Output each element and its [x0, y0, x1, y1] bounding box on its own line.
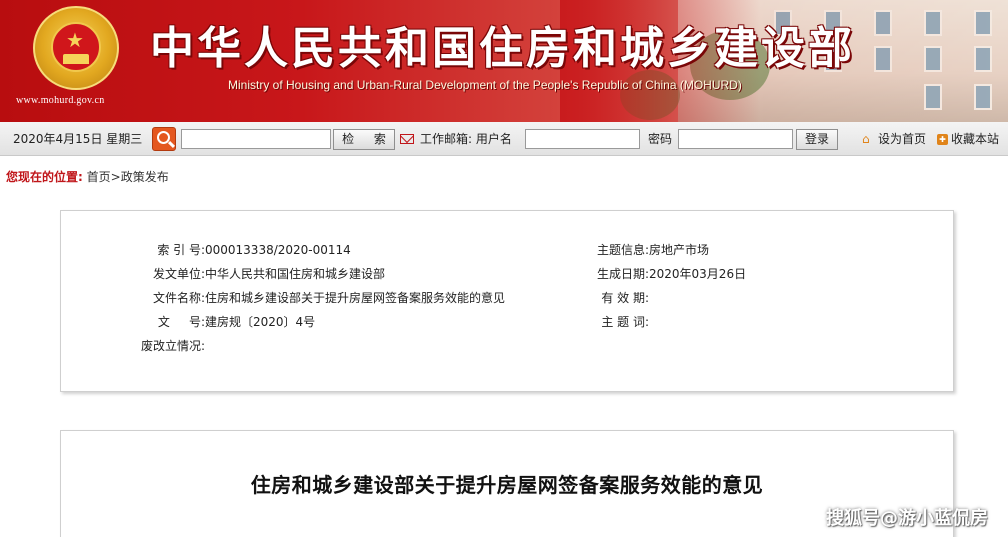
password-label: 密码 — [648, 132, 673, 146]
info-value: 中华人民共和国住房和城乡建设部 — [205, 267, 386, 281]
info-value: 住房和城乡建设部关于提升房屋网签备案服务效能的意见 — [205, 291, 506, 305]
document-info-panel: 索 引 号: 000013338/2020-00114 发文单位: 中华人民共和… — [60, 210, 954, 392]
info-label: 发文单位: — [152, 267, 205, 281]
info-label: 生成日期: — [596, 267, 649, 281]
set-home-link[interactable]: 设为首页 — [878, 122, 926, 156]
info-label: 有 效 期: — [601, 291, 649, 305]
username-label: 工作邮箱: 用户名 — [420, 132, 512, 146]
info-label: 文 号: — [157, 315, 205, 329]
info-label: 文件名称: — [152, 291, 205, 305]
site-banner: ★ www.mohurd.gov.cn 中华人民共和国住房和城乡建设部 Mini… — [0, 0, 1008, 122]
info-value: 000013338/2020-00114 — [205, 243, 351, 257]
mail-icon — [400, 134, 414, 144]
search-icon[interactable] — [152, 127, 176, 151]
breadcrumb: 您现在的位置: 首页>政策发布 — [6, 168, 169, 185]
favorite-link[interactable]: 收藏本站 — [951, 122, 999, 156]
site-url[interactable]: www.mohurd.gov.cn — [16, 95, 105, 106]
national-emblem-icon[interactable]: ★ — [33, 6, 119, 90]
info-label: 索 引 号: — [157, 243, 205, 257]
login-button[interactable]: 登录 — [796, 129, 838, 150]
username-input[interactable] — [525, 129, 640, 149]
info-value: 房地产市场 — [649, 243, 710, 257]
info-label: 废改立情况: — [140, 339, 205, 353]
site-subtitle: Ministry of Housing and Urban-Rural Deve… — [228, 78, 742, 92]
breadcrumb-current-link[interactable]: 政策发布 — [121, 170, 169, 184]
info-label: 主题信息: — [596, 243, 649, 257]
breadcrumb-home-link[interactable]: 首页 — [87, 170, 111, 184]
site-title: 中华人民共和国住房和城乡建设部 — [150, 23, 855, 74]
breadcrumb-separator: > — [110, 170, 121, 184]
info-label: 主 题 词: — [601, 315, 649, 329]
bookmark-icon[interactable]: ✚ — [937, 134, 948, 145]
info-value: 建房规〔2020〕4号 — [205, 315, 316, 329]
breadcrumb-prefix: 您现在的位置: — [6, 170, 83, 184]
current-date: 2020年4月15日 星期三 — [13, 132, 143, 146]
top-toolbar: 2020年4月15日 星期三 检 索 工作邮箱: 用户名 密码 登录 ⌂ 设为首… — [0, 122, 1008, 156]
home-icon[interactable]: ⌂ — [862, 122, 870, 156]
password-input[interactable] — [678, 129, 793, 149]
search-input[interactable] — [181, 129, 331, 149]
info-value: 2020年03月26日 — [649, 267, 747, 281]
article-title: 住房和城乡建设部关于提升房屋网签备案服务效能的意见 — [250, 473, 764, 497]
article-panel: 住房和城乡建设部关于提升房屋网签备案服务效能的意见 — [60, 430, 954, 537]
search-button[interactable]: 检 索 — [333, 129, 395, 150]
watermark-text: 搜狐号@游小蓝侃房 — [826, 508, 988, 529]
